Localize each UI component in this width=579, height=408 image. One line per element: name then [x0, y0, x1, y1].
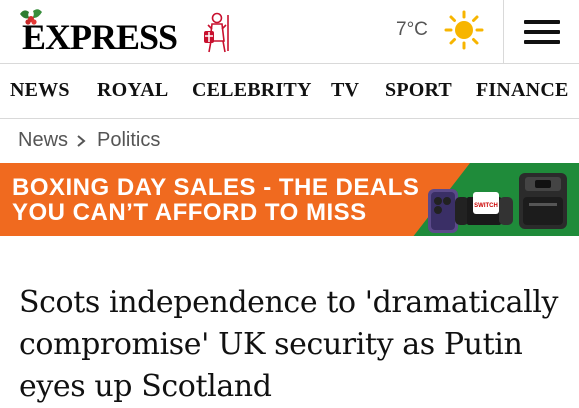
sun-icon: [444, 10, 484, 50]
nav-item-finance[interactable]: FINANCE: [476, 79, 569, 102]
breadcrumb-news[interactable]: News: [18, 129, 68, 152]
game-console-image: SWITCH: [455, 192, 513, 225]
banner-line-2: YOU CAN’T AFFORD TO MISS: [12, 199, 367, 226]
article-headline: Scots independence to 'dramatically comp…: [19, 285, 559, 405]
svg-text:SWITCH: SWITCH: [474, 203, 498, 209]
banner-line-1: BOXING DAY SALES - THE DEALS: [12, 174, 420, 201]
crusader-icon: [204, 12, 229, 53]
weather-widget[interactable]: 7°C: [392, 10, 492, 50]
promo-banner[interactable]: BOXING DAY SALES - THE DEALS YOU CAN’T A…: [0, 163, 579, 236]
nav-item-tv[interactable]: TV: [331, 79, 359, 102]
site-header: EXPRESS 7°C: [0, 0, 579, 64]
nav-item-news[interactable]: NEWS: [10, 79, 70, 102]
hamburger-menu-icon[interactable]: [504, 0, 579, 63]
main-nav: NEWS ROYAL CELEBRITY TV SPORT FINANCE: [0, 64, 579, 119]
nav-item-celebrity[interactable]: CELEBRITY: [192, 79, 312, 102]
nav-item-royal[interactable]: ROYAL: [97, 79, 168, 102]
express-logo[interactable]: EXPRESS: [18, 6, 238, 56]
chevron-right-icon: [77, 135, 86, 147]
temperature-label: 7°C: [396, 19, 428, 40]
nav-item-sport[interactable]: SPORT: [385, 79, 452, 102]
logo-wordmark: EXPRESS: [22, 17, 178, 57]
breadcrumb: News Politics: [0, 119, 579, 163]
breadcrumb-politics[interactable]: Politics: [97, 129, 160, 152]
air-fryer-image: [519, 173, 567, 229]
